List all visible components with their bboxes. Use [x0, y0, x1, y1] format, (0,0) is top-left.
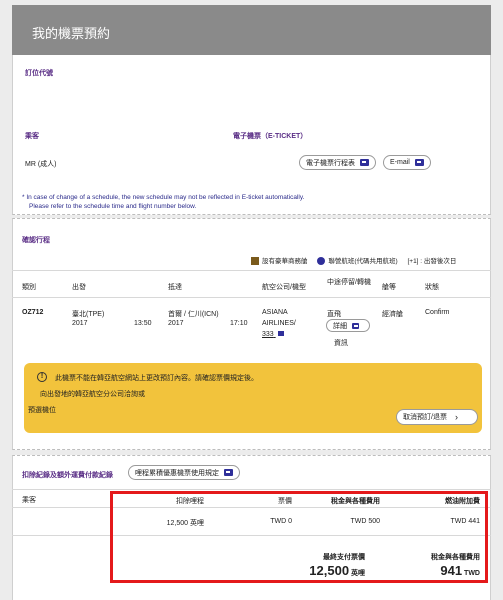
- cabin-class: 經濟艙: [382, 311, 403, 318]
- warning-banner: ! 此機票不能在韓亞航空網站上更改預訂內容。請確認票價規定後。 向出發地的韓亞航…: [24, 363, 482, 433]
- payment-label: 扣除紀錄及額外運費付款紀錄: [22, 472, 113, 479]
- booking-code-label: 訂位代號: [25, 70, 53, 77]
- payment-passenger-col: 乘客: [22, 497, 36, 504]
- notice-line-2: Please refer to the schedule time and fl…: [29, 203, 197, 210]
- col-arrival: 抵達: [168, 284, 182, 291]
- notice-line-1: * In case of change of a schedule, the n…: [22, 194, 305, 201]
- email-button-label: E-mail: [390, 159, 410, 166]
- warning-line-2: 向出發地的韓亞航空分公司洽詢或: [40, 391, 145, 398]
- aircraft-link[interactable]: 333: [262, 331, 284, 338]
- highlight-box: [110, 491, 488, 583]
- page-header: 我的機票預約: [12, 5, 491, 55]
- mileage-rule-button[interactable]: 哩程累積優惠機票使用規定: [128, 465, 240, 480]
- booking-status: Confirm: [425, 309, 450, 316]
- popup-icon: [352, 322, 359, 329]
- col-stop: 中途停留/轉機: [327, 279, 371, 286]
- page-title: 我的機票預約: [32, 26, 111, 41]
- alert-icon: !: [37, 372, 47, 382]
- airline-line-2: AIRLINES/: [262, 320, 296, 327]
- mail-icon: [414, 159, 424, 166]
- col-departure: 出發: [72, 284, 86, 291]
- legend-codeshare-label: 聯營航班(代碼共用航班): [328, 258, 398, 265]
- eticket-label: 電子機票（E-TICKET）: [233, 133, 308, 140]
- arrival-city: 首爾 / 仁川(ICN): [168, 311, 219, 318]
- email-button[interactable]: E-mail: [383, 155, 431, 170]
- stop-type: 直飛: [327, 311, 341, 318]
- first-class-icon: [251, 257, 259, 266]
- col-class: 類別: [22, 284, 36, 291]
- mileage-rule-label: 哩程累積優惠機票使用規定: [135, 469, 219, 477]
- cancel-refund-label: 取消預訂/退票: [403, 414, 447, 421]
- payment-top-line: [12, 489, 491, 490]
- aircraft-type: 333: [262, 331, 274, 338]
- table-header-line: [12, 297, 491, 298]
- schedule-notice: * In case of change of a schedule, the n…: [22, 193, 304, 211]
- col-status: 狀態: [425, 284, 439, 291]
- cancel-refund-button[interactable]: 取消預訂/退票 ›: [396, 409, 478, 425]
- print-icon: [360, 159, 369, 166]
- itinerary-button-label: 電子機票行程表: [306, 159, 355, 167]
- flight-number: OZ712: [22, 309, 44, 316]
- departure-city: 臺北(TPE): [72, 311, 105, 318]
- col-airline: 航空公司/機型: [262, 284, 306, 291]
- detail-button[interactable]: 詳細: [326, 319, 370, 332]
- warning-line-3: 預選機位: [28, 407, 56, 414]
- booking-card: 訂位代號 乘客 電子機票（E-TICKET） MR (成人) 電子機票行程表 E…: [12, 55, 491, 215]
- legend: 設有豪華商務艙 聯營航班(代碼共用航班) [+1] : 出發後次日: [251, 255, 457, 266]
- arrival-time: 17:10: [230, 320, 248, 327]
- itinerary-button[interactable]: 電子機票行程表: [299, 155, 376, 170]
- codeshare-icon: [317, 257, 326, 266]
- departure-year: 2017: [72, 320, 88, 327]
- legend-first-label: 設有豪華商務艙: [262, 258, 308, 265]
- passenger-label: 乘客: [25, 133, 39, 140]
- chevron-right-icon: ›: [454, 412, 458, 422]
- arrival-year: 2017: [168, 320, 184, 327]
- passenger-name: MR (成人): [25, 161, 57, 168]
- popup-icon: [224, 469, 233, 476]
- aircraft-info-icon: [277, 331, 284, 336]
- info-link[interactable]: 資訊: [334, 338, 348, 348]
- col-cabin: 艙等: [382, 284, 396, 291]
- warning-line-1: 此機票不能在韓亞航空網站上更改預訂內容。請確認票價規定後。: [55, 375, 258, 382]
- detail-button-label: 詳細: [333, 322, 347, 330]
- itinerary-label: 確認行程: [22, 237, 50, 244]
- table-top-line: [12, 270, 491, 271]
- airline-line-1: ASIANA: [262, 309, 288, 316]
- departure-time: 13:50: [134, 320, 152, 327]
- legend-next-day-label: [+1] : 出發後次日: [407, 258, 457, 265]
